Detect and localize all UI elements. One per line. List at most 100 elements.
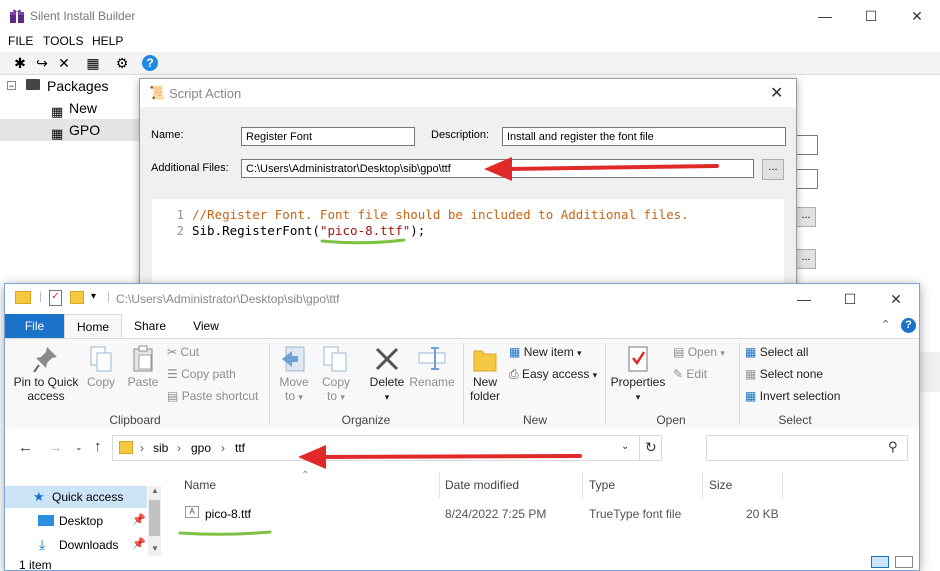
help-icon[interactable]: ? xyxy=(901,318,916,333)
tree-item-gpo[interactable]: ▦ GPO xyxy=(0,119,142,141)
chevron-down-icon[interactable]: ▼ xyxy=(151,544,159,553)
pin-icon[interactable]: 📌 xyxy=(132,537,146,550)
description-input[interactable]: Install and register the font file xyxy=(502,127,786,146)
gear-icon[interactable]: ⚙ xyxy=(113,54,131,72)
delete-button[interactable]: Delete ▾ xyxy=(367,345,407,403)
new-item-button[interactable]: ▦ New item ▾ xyxy=(509,345,582,359)
tree-item-new-package[interactable]: ▦ New Package xyxy=(0,97,142,138)
breadcrumb-sib[interactable]: sib xyxy=(153,441,168,455)
maximize-icon[interactable]: ☐ xyxy=(827,284,873,314)
chevron-up-icon[interactable]: ⌃ xyxy=(881,318,890,331)
name-input[interactable]: Register Font xyxy=(241,127,415,146)
redo-icon[interactable]: ↪ xyxy=(33,54,51,72)
cut-button[interactable]: ✂ Cut xyxy=(167,345,199,359)
paste-shortcut-button[interactable]: ▤ Paste shortcut xyxy=(167,389,258,403)
browse-files-button[interactable]: ... xyxy=(762,159,784,180)
minimize-icon[interactable]: — xyxy=(781,284,827,314)
chevron-down-icon[interactable]: ▾ xyxy=(593,370,598,380)
collapse-icon[interactable]: − xyxy=(7,81,16,91)
column-date-modified[interactable]: Date modified xyxy=(445,478,519,492)
table-row[interactable]: A pico-8.ttf 8/24/2022 7:25 PM TrueType … xyxy=(171,500,811,524)
minimize-icon[interactable]: — xyxy=(802,0,848,32)
menu-file[interactable]: FILE xyxy=(8,34,33,48)
nav-item-quick-access[interactable]: ★ Quick access xyxy=(5,486,147,508)
invert-selection-button[interactable]: ▦ Invert selection xyxy=(745,389,840,403)
select-none-button[interactable]: ▦ Select none xyxy=(745,367,823,381)
back-icon[interactable]: ← xyxy=(18,439,33,456)
chevron-down-icon[interactable]: ▾ xyxy=(577,348,582,358)
forward-icon[interactable]: → xyxy=(48,439,63,456)
property-field[interactable] xyxy=(796,169,818,189)
nav-item-desktop[interactable]: Desktop 📌 xyxy=(5,510,147,532)
chevron-down-icon[interactable]: ▾ xyxy=(340,392,345,402)
chevron-down-icon[interactable]: ⌄ xyxy=(75,442,83,453)
new-folder-icon[interactable] xyxy=(70,291,84,304)
additional-files-input[interactable]: C:\Users\Administrator\Desktop\sib\gpo\t… xyxy=(241,159,754,178)
script-editor[interactable]: 1 2 //Register Font. Font file should be… xyxy=(152,199,784,289)
tab-file[interactable]: File xyxy=(5,314,64,338)
easy-access-button[interactable]: ⎙ Easy access ▾ xyxy=(509,367,597,382)
copy-button[interactable]: Copy xyxy=(85,345,117,389)
scrollbar[interactable] xyxy=(920,352,940,392)
breadcrumb-gpo[interactable]: gpo xyxy=(191,441,211,455)
rename-button[interactable]: Rename xyxy=(409,345,455,389)
search-icon: ⚲ xyxy=(888,439,898,454)
new-package-icon[interactable]: ✱ xyxy=(11,54,29,72)
copy-path-icon: ☰ xyxy=(167,367,178,381)
move-to-button[interactable]: Move to ▾ xyxy=(275,345,313,403)
tree-item-packages[interactable]: − Packages xyxy=(0,75,142,97)
close-icon[interactable]: ✕ xyxy=(873,284,919,314)
chevron-down-icon[interactable]: ⌄ xyxy=(621,441,629,452)
copy-to-button[interactable]: Copy to ▾ xyxy=(317,345,355,403)
tab-home[interactable]: Home xyxy=(64,314,122,339)
menu-help[interactable]: HELP xyxy=(92,34,123,48)
edit-button[interactable]: ✎ Edit xyxy=(673,367,707,381)
ribbon-home: Pin to Quick access Copy Paste ✂ Cut ☰ C… xyxy=(5,338,919,430)
property-field[interactable] xyxy=(796,135,818,155)
search-input[interactable]: ⚲ xyxy=(706,435,908,461)
large-icons-view-icon[interactable] xyxy=(895,556,913,568)
select-none-icon: ▦ xyxy=(745,367,757,381)
pin-to-quick-access-button[interactable]: Pin to Quick access xyxy=(11,345,81,403)
menu-tools[interactable]: TOOLS xyxy=(43,34,83,48)
address-bar[interactable]: › sib › gpo › ttf ⌄ ↻ xyxy=(112,435,662,461)
tab-view[interactable]: View xyxy=(178,314,234,338)
chevron-down-icon[interactable]: ▾ xyxy=(636,392,641,402)
paste-button[interactable]: Paste xyxy=(125,345,161,389)
chevron-down-icon[interactable]: ▾ xyxy=(385,392,390,402)
maximize-icon[interactable]: ☐ xyxy=(848,0,894,32)
scroll-thumb[interactable] xyxy=(149,500,160,536)
properties-icon[interactable]: ✓ xyxy=(49,290,62,306)
breadcrumb-ttf[interactable]: ttf xyxy=(235,441,245,455)
column-size[interactable]: Size xyxy=(709,478,732,492)
open-label: Open xyxy=(687,345,718,359)
tab-share[interactable]: Share xyxy=(124,314,176,338)
select-none-label: Select none xyxy=(759,367,824,381)
select-all-button[interactable]: ▦ Select all xyxy=(745,345,808,359)
details-view-icon[interactable] xyxy=(871,556,889,568)
pin-icon[interactable]: 📌 xyxy=(132,513,146,526)
properties-button[interactable]: Properties ▾ xyxy=(609,345,667,403)
nav-scrollbar[interactable]: ▲ ▼ xyxy=(148,486,161,556)
open-button[interactable]: ▤ Open ▾ xyxy=(673,345,725,359)
browse-button[interactable]: ... xyxy=(796,207,816,227)
delete-icon[interactable]: ✕ xyxy=(55,54,73,72)
nav-item-downloads[interactable]: ⤓ Downloads 📌 xyxy=(5,534,147,556)
close-icon[interactable]: ✕ xyxy=(770,83,783,103)
chevron-down-icon[interactable]: ▾ xyxy=(720,348,725,358)
chevron-up-icon[interactable]: ▲ xyxy=(151,486,159,495)
refresh-icon[interactable]: ↻ xyxy=(645,439,657,456)
up-icon[interactable]: ↑ xyxy=(94,438,102,455)
help-icon[interactable]: ? xyxy=(142,55,158,71)
build-icon[interactable]: ▦ xyxy=(84,54,102,72)
column-type[interactable]: Type xyxy=(589,478,615,492)
pin-label: access xyxy=(27,389,65,403)
chevron-down-icon[interactable]: ▾ xyxy=(91,291,96,302)
copy-path-button[interactable]: ☰ Copy path xyxy=(167,367,236,381)
browse-button[interactable]: ... xyxy=(796,249,816,269)
new-folder-button[interactable]: New folder xyxy=(467,345,503,403)
column-name[interactable]: Name xyxy=(184,478,216,492)
chevron-down-icon[interactable]: ▾ xyxy=(298,392,303,402)
close-icon[interactable]: ✕ xyxy=(894,0,940,32)
properties-icon xyxy=(628,346,648,372)
